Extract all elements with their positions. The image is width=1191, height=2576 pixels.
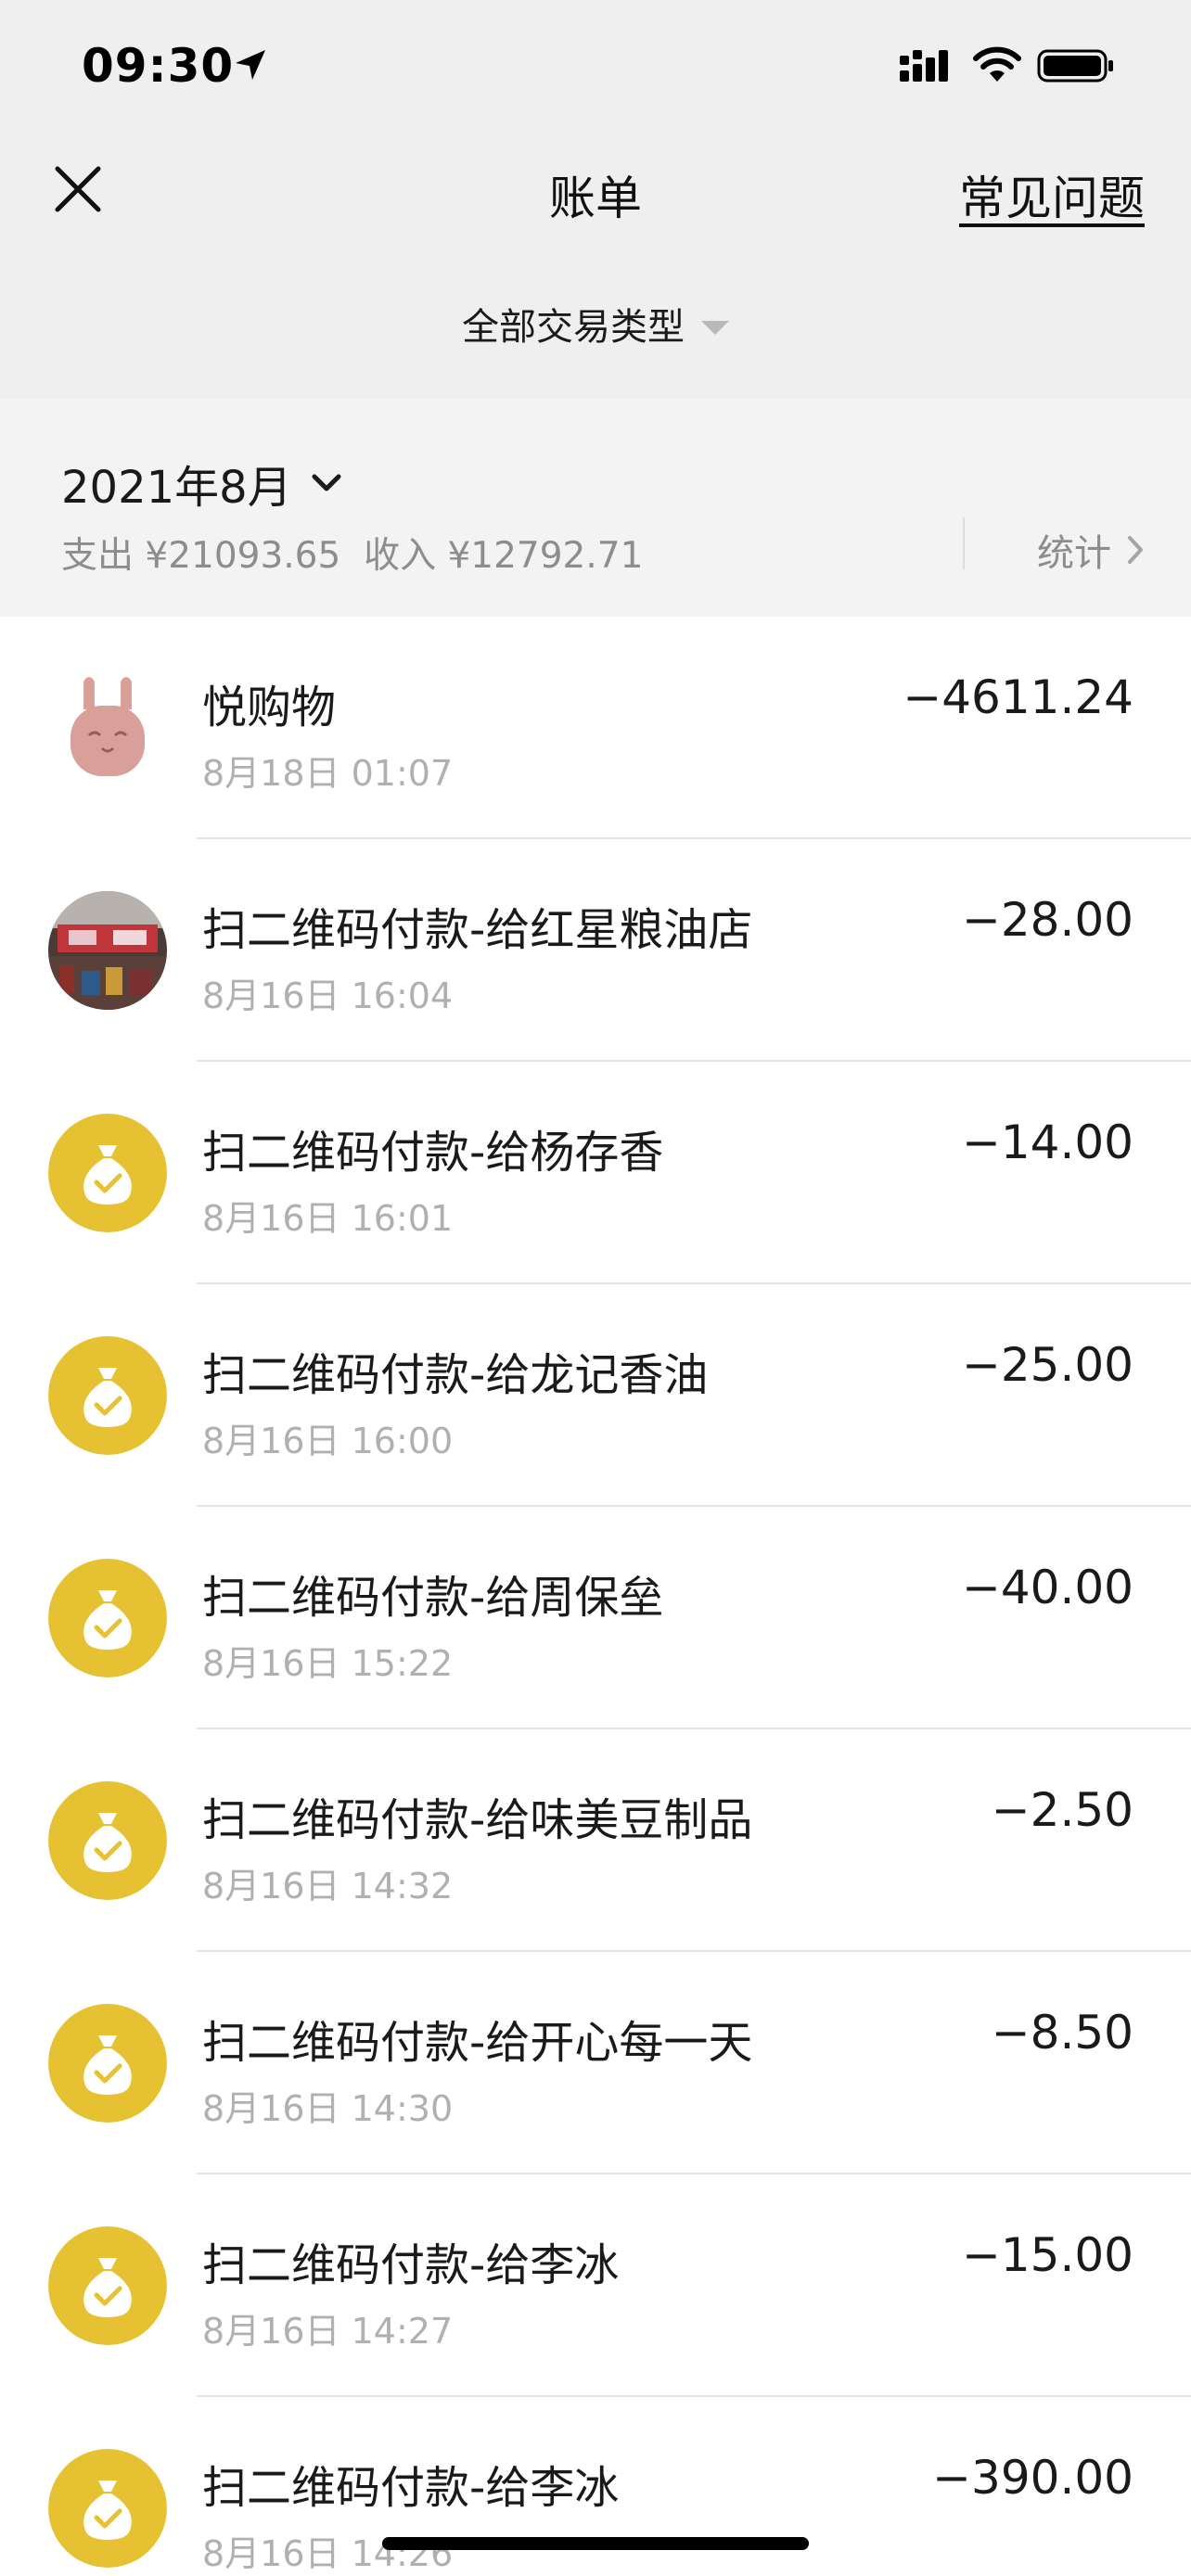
- transaction-time: 8月16日 14:32: [202, 1866, 454, 1906]
- month-label: 2021年8月: [61, 462, 292, 514]
- divider: [963, 517, 965, 569]
- transaction-title: 扫二维码付款-给味美豆制品: [202, 1794, 753, 1846]
- stats-label: 统计: [1037, 532, 1111, 575]
- transaction-time: 8月16日 16:04: [202, 976, 454, 1016]
- rabbit-icon: [70, 677, 145, 776]
- status-time: 09:30: [82, 39, 235, 93]
- money-bag-icon: [48, 2449, 167, 2568]
- transaction-amount: −14.00: [961, 1116, 1133, 1169]
- location-arrow-icon: [236, 50, 265, 80]
- home-indicator[interactable]: [382, 2537, 809, 2550]
- bill-page: 09:30 账单 常见问题 全部交易类型 2021年8月 支出 ¥21093.6…: [0, 0, 1191, 2576]
- transaction-time: 8月16日 14:26: [202, 2533, 454, 2574]
- money-bag-avatar: [48, 1559, 167, 1677]
- money-bag-icon: [48, 1781, 167, 1900]
- transaction-title: 悦购物: [202, 682, 337, 733]
- transaction-title: 扫二维码付款-给红星粮油店: [202, 904, 753, 956]
- dropdown-caret-icon: [701, 320, 729, 335]
- faq-link[interactable]: 常见问题: [959, 161, 1145, 228]
- month-summary: 支出 ¥21093.65 收入 ¥12792.71: [61, 535, 644, 577]
- store-photo-avatar: [48, 891, 167, 1010]
- money-bag-icon: [48, 2226, 167, 2345]
- month-selector[interactable]: 2021年8月: [61, 451, 342, 516]
- money-bag-avatar: [48, 2449, 167, 2568]
- money-bag-icon: [48, 2004, 167, 2123]
- transaction-amount: −8.50: [991, 2006, 1133, 2060]
- transaction-time: 8月16日 16:00: [202, 1421, 454, 1461]
- chevron-right-icon: [1128, 536, 1143, 564]
- transaction-amount: −2.50: [991, 1783, 1133, 1837]
- transaction-title: 扫二维码付款-给龙记香油: [202, 1349, 709, 1401]
- transaction-row[interactable]: 扫二维码付款-给李冰 8月16日 14:27 −15.00: [0, 2174, 1191, 2397]
- wifi-icon: [973, 46, 1021, 82]
- transaction-row[interactable]: 扫二维码付款-给红星粮油店 8月16日 16:04 −28.00: [0, 839, 1191, 1062]
- transaction-row[interactable]: 悦购物 8月18日 01:07 −4611.24: [0, 617, 1191, 839]
- money-bag-avatar: [48, 1336, 167, 1455]
- battery-icon: [1037, 49, 1113, 83]
- transaction-row[interactable]: 扫二维码付款-给周保垒 8月16日 15:22 −40.00: [0, 1507, 1191, 1729]
- transaction-time: 8月16日 14:27: [202, 2311, 454, 2352]
- transaction-row[interactable]: 扫二维码付款-给杨存香 8月16日 16:01 −14.00: [0, 1062, 1191, 1284]
- chevron-down-icon: [312, 474, 341, 491]
- money-bag-icon: [48, 1336, 167, 1455]
- filter-label: 全部交易类型: [462, 306, 685, 349]
- transaction-amount: −40.00: [961, 1561, 1133, 1614]
- transaction-title: 扫二维码付款-给周保垒: [202, 1572, 664, 1624]
- transaction-amount: −4611.24: [903, 670, 1133, 724]
- money-bag-avatar: [48, 1781, 167, 1900]
- money-bag-avatar: [48, 1114, 167, 1232]
- transaction-amount: −390.00: [932, 2451, 1133, 2505]
- cellular-signal-icon: [900, 50, 948, 82]
- transaction-row[interactable]: 扫二维码付款-给开心每一天 8月16日 14:30 −8.50: [0, 1952, 1191, 2174]
- transaction-amount: −15.00: [961, 2228, 1133, 2282]
- money-bag-icon: [48, 1559, 167, 1677]
- store-photo-icon: [48, 891, 167, 1010]
- header: 09:30 账单 常见问题 全部交易类型: [0, 0, 1191, 399]
- money-bag-avatar: [48, 2004, 167, 2123]
- transaction-list: 悦购物 8月18日 01:07 −4611.24 扫二维码付款-给红星粮油店 8…: [0, 617, 1191, 2576]
- transaction-time: 8月18日 01:07: [202, 753, 454, 794]
- transaction-title: 扫二维码付款-给杨存香: [202, 1127, 664, 1179]
- transaction-title: 扫二维码付款-给开心每一天: [202, 2017, 753, 2069]
- transaction-amount: −28.00: [961, 893, 1133, 947]
- transaction-time: 8月16日 14:30: [202, 2088, 454, 2129]
- money-bag-avatar: [48, 2226, 167, 2345]
- transaction-title: 扫二维码付款-给李冰: [202, 2239, 620, 2291]
- transaction-row[interactable]: 扫二维码付款-给龙记香油 8月16日 16:00 −25.00: [0, 1284, 1191, 1507]
- transaction-time: 8月16日 16:01: [202, 1198, 454, 1239]
- rabbit-avatar: [48, 669, 167, 787]
- stats-button[interactable]: 统计: [1037, 523, 1145, 577]
- money-bag-icon: [48, 1114, 167, 1232]
- transaction-amount: −25.00: [961, 1338, 1133, 1392]
- transaction-time: 8月16日 15:22: [202, 1643, 454, 1684]
- transaction-type-filter[interactable]: 全部交易类型: [0, 297, 1191, 351]
- transaction-row[interactable]: 扫二维码付款-给味美豆制品 8月16日 14:32 −2.50: [0, 1729, 1191, 1952]
- month-summary-bar: 2021年8月 支出 ¥21093.65 收入 ¥12792.71 统计: [0, 399, 1191, 617]
- transaction-title: 扫二维码付款-给李冰: [202, 2462, 620, 2514]
